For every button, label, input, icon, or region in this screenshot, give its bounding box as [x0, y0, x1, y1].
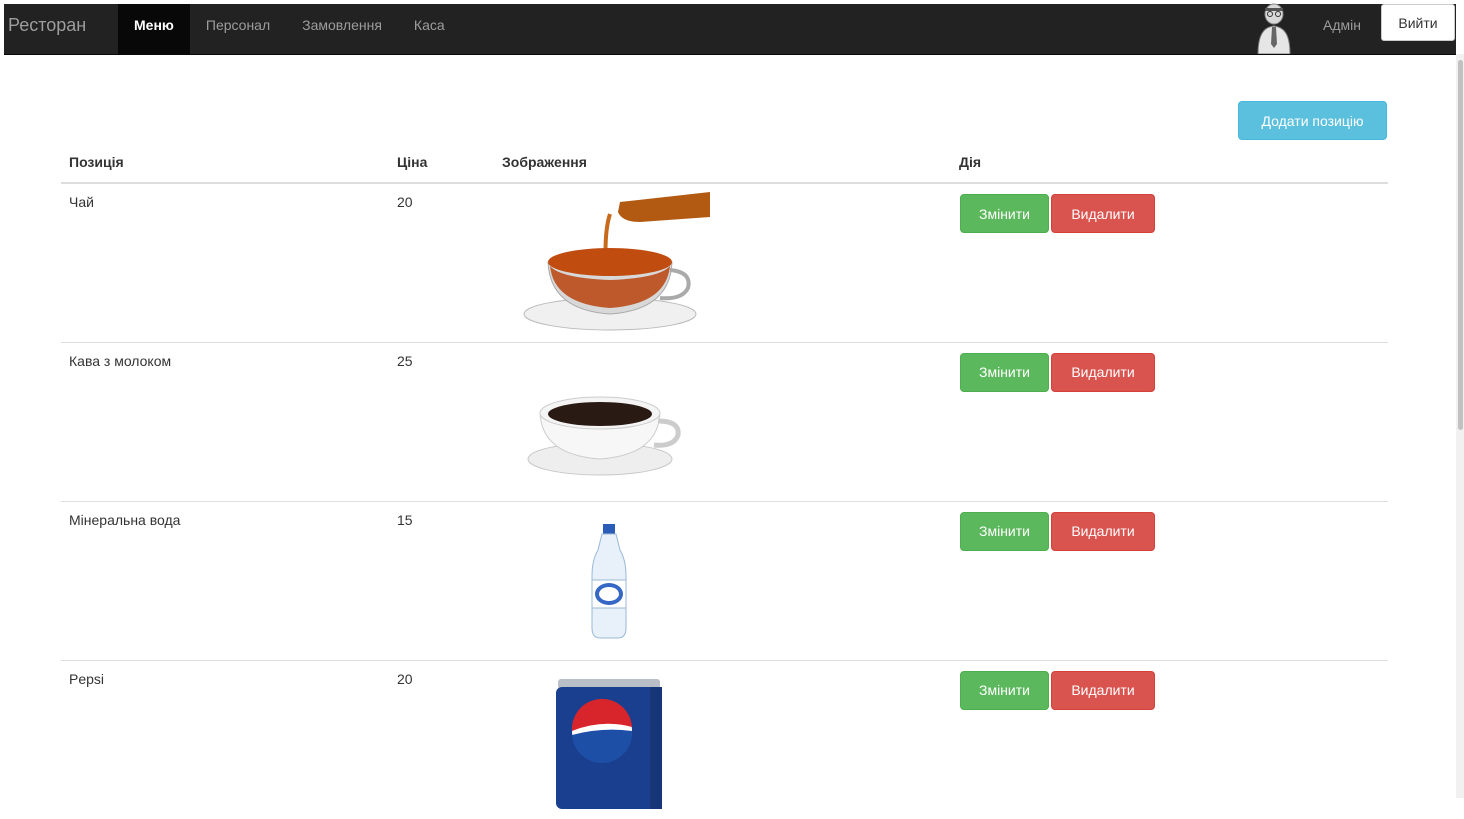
- add-item-button[interactable]: Додати позицію: [1238, 101, 1387, 140]
- table-row: Pepsi 20 Змінити Видалити: [61, 659, 1388, 819]
- item-name: Кава з молоком: [61, 341, 389, 501]
- edit-button[interactable]: Змінити: [960, 194, 1049, 233]
- logout-button[interactable]: Вийти: [1381, 4, 1455, 41]
- nav-item-cashier[interactable]: Каса: [398, 4, 461, 54]
- nav-item-menu[interactable]: Меню: [118, 4, 190, 54]
- table-header-row: Позиція Ціна Зображення Дія: [61, 142, 1388, 184]
- table-row: Мінеральна вода 15 Змінити Видалити: [61, 500, 1388, 660]
- top-navbar: Ресторан Меню Персонал Замовлення Каса А…: [0, 0, 1464, 55]
- edit-button[interactable]: Змінити: [960, 670, 1049, 710]
- main-nav: Меню Персонал Замовлення Каса: [118, 4, 461, 54]
- scrollbar-thumb[interactable]: [1458, 60, 1463, 430]
- water-bottle-image: [510, 509, 710, 650]
- item-actions: Змінити Видалити: [951, 183, 1388, 342]
- item-actions: Змінити Видалити: [951, 659, 1388, 819]
- edit-button[interactable]: Змінити: [960, 352, 1049, 392]
- pepsi-can-image: [510, 668, 710, 809]
- table-row: Чай 20 Змінити Видалити: [61, 183, 1388, 342]
- item-actions: Змінити Видалити: [951, 341, 1388, 501]
- user-name[interactable]: Адмін: [1323, 4, 1361, 46]
- header-action: Дія: [951, 142, 1388, 184]
- delete-button[interactable]: Видалити: [1051, 352, 1155, 392]
- item-image-cell: [494, 500, 951, 660]
- edit-button[interactable]: Змінити: [960, 511, 1049, 551]
- delete-button[interactable]: Видалити: [1051, 670, 1155, 710]
- menu-table: Позиція Ціна Зображення Дія Чай 20 Зміни…: [61, 142, 1388, 819]
- coffee-cup-image: [510, 350, 710, 491]
- tea-cup-image: [510, 192, 710, 332]
- brand-link[interactable]: Ресторан: [8, 15, 86, 35]
- header-name: Позиція: [61, 142, 389, 184]
- header-image: Зображення: [494, 142, 951, 184]
- header-price: Ціна: [389, 142, 494, 184]
- nav-item-orders[interactable]: Замовлення: [286, 4, 398, 54]
- item-name: Pepsi: [61, 659, 389, 819]
- item-image-cell: [494, 659, 951, 819]
- item-name: Чай: [69, 194, 94, 210]
- item-price: 20: [397, 194, 413, 210]
- item-price: 25: [389, 341, 494, 501]
- item-image-cell: [494, 341, 951, 501]
- item-price: 15: [389, 500, 494, 660]
- user-avatar-icon: [1257, 3, 1291, 54]
- navbar-inner: Ресторан Меню Персонал Замовлення Каса А…: [4, 3, 1456, 55]
- table-row: Кава з молоком 25 Змінити Видалити: [61, 341, 1388, 501]
- delete-button[interactable]: Видалити: [1051, 511, 1155, 551]
- item-image-cell: [494, 183, 951, 342]
- item-actions: Змінити Видалити: [951, 500, 1388, 660]
- item-price: 20: [389, 659, 494, 819]
- nav-item-staff[interactable]: Персонал: [190, 4, 286, 54]
- delete-button[interactable]: Видалити: [1051, 194, 1155, 233]
- item-name: Мінеральна вода: [61, 500, 389, 660]
